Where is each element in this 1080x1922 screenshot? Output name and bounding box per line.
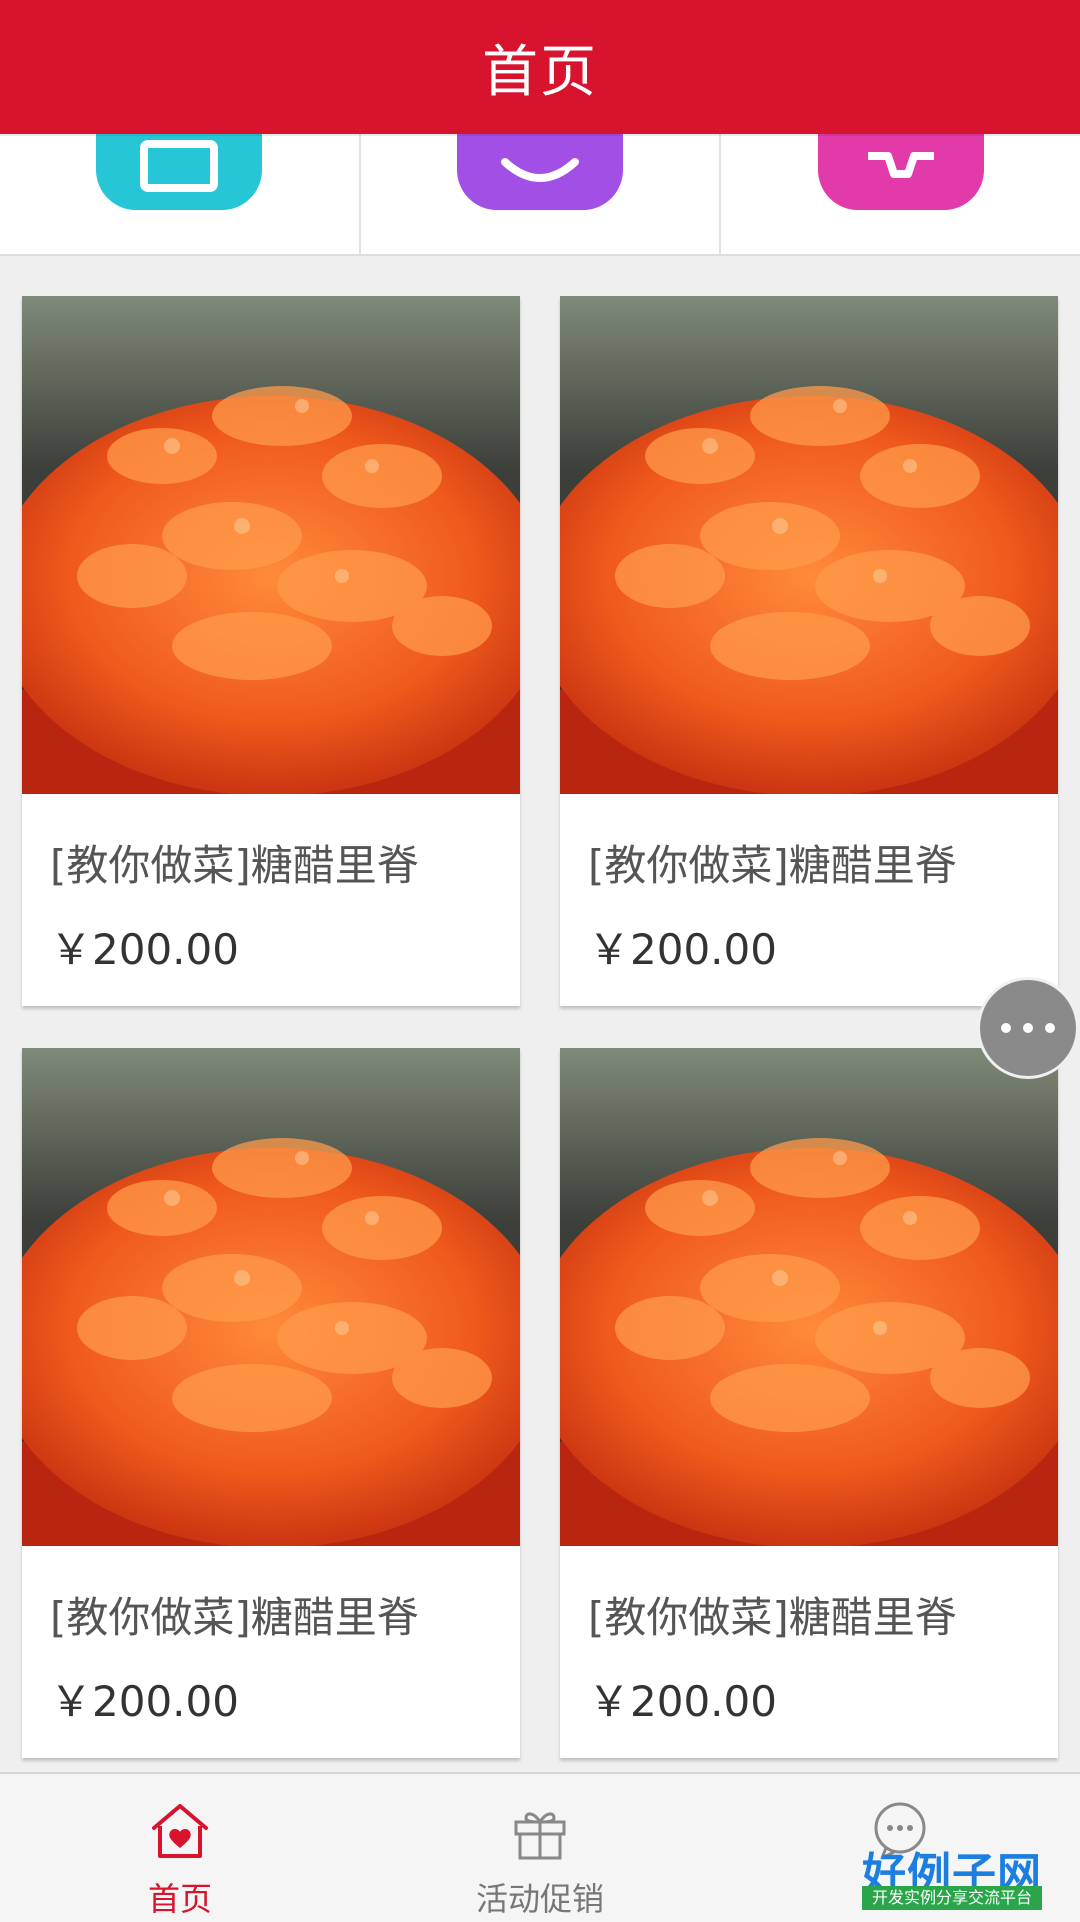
product-image [560, 296, 1058, 794]
monitor-icon [96, 134, 263, 210]
brand-subtitle: 开发实例分享交流平台 [862, 1886, 1042, 1910]
category-item-2[interactable] [361, 134, 722, 254]
more-floating-button[interactable] [977, 977, 1079, 1079]
dot-icon [1045, 1023, 1055, 1033]
dot-icon [1001, 1023, 1011, 1033]
product-image [22, 296, 520, 794]
page-title: 首页 [482, 39, 598, 105]
tab-label: 活动促销 [475, 1880, 604, 1918]
product-price: ￥200.00 [50, 1677, 239, 1726]
gift-icon [514, 1812, 566, 1860]
product-image [22, 1048, 520, 1546]
product-card[interactable]: [教你做菜]糖醋里脊 ￥200.00 [560, 1048, 1058, 1758]
product-price: ￥200.00 [588, 1677, 777, 1726]
tab-home[interactable]: 首页 [0, 1774, 360, 1922]
product-price: ￥200.00 [588, 925, 777, 974]
product-price: ￥200.00 [50, 925, 239, 974]
app-header: 首页 [0, 0, 1080, 134]
home-heart-icon [152, 1804, 208, 1858]
product-title: [教你做菜]糖醋里脊 [588, 1593, 957, 1642]
category-item-1[interactable] [0, 134, 361, 254]
product-title: [教你做菜]糖醋里脊 [50, 841, 419, 890]
product-card[interactable]: [教你做菜]糖醋里脊 ￥200.00 [22, 1048, 520, 1758]
product-grid: [教你做菜]糖醋里脊 ￥200.00 [教你做菜]糖醋里脊 ￥200.00 [教… [22, 296, 1058, 1758]
product-card[interactable]: [教你做菜]糖醋里脊 ￥200.00 [560, 296, 1058, 1006]
product-image [560, 1048, 1058, 1546]
tab-promotions[interactable]: 活动促销 [360, 1774, 720, 1922]
product-card[interactable]: [教你做菜]糖醋里脊 ￥200.00 [22, 296, 520, 1006]
category-item-3[interactable] [721, 134, 1080, 254]
brand-badge: 好例子网 开发实例分享交流平台 [862, 1838, 1042, 1910]
chat-icon [457, 134, 623, 210]
product-title: [教你做菜]糖醋里脊 [588, 841, 957, 890]
tab-label: 首页 [147, 1880, 212, 1918]
product-title: [教你做菜]糖醋里脊 [50, 1593, 419, 1642]
category-strip [0, 134, 1080, 256]
dot-icon [1023, 1023, 1033, 1033]
figure-icon [817, 134, 984, 210]
